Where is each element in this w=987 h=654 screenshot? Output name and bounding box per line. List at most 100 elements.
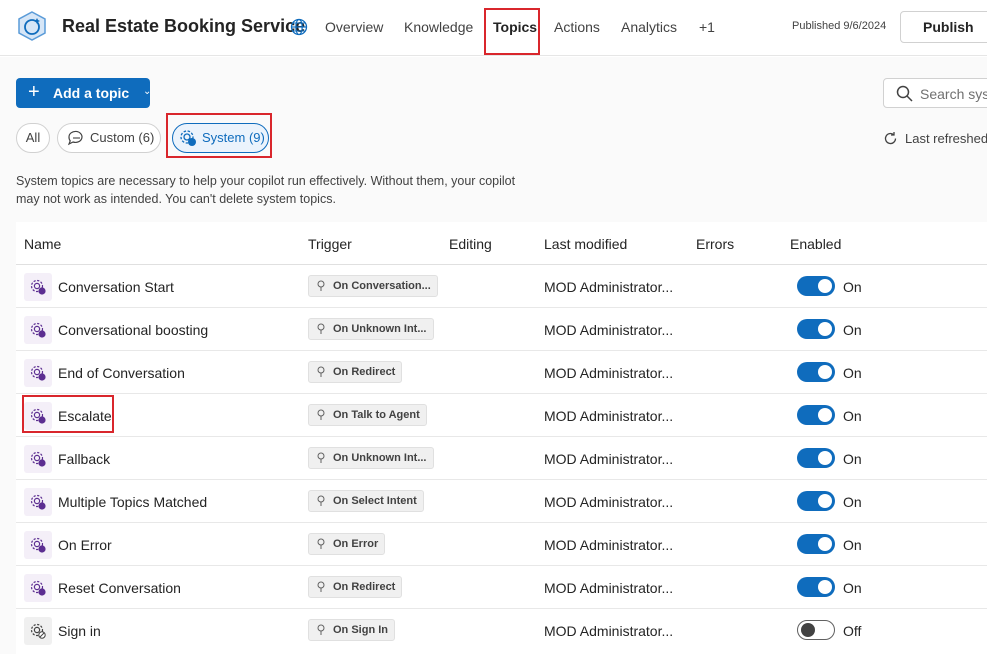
system-topic-icon [24,359,52,387]
add-topic-button[interactable]: + Add a topic ⌄ [16,78,152,108]
col-errors[interactable]: Errors [696,236,734,252]
chevron-down-icon: ⌄ [143,86,152,97]
table-row[interactable]: End of Conversation On Redirect MOD Admi… [16,351,987,394]
enabled-toggle[interactable] [797,491,835,511]
last-modified: MOD Administrator... [544,451,674,467]
enabled-toggle[interactable] [797,620,835,640]
last-modified: MOD Administrator... [544,623,674,639]
enabled-toggle[interactable] [797,319,835,339]
top-bar: Real Estate Booking Service Overview Kno… [0,0,987,56]
topic-name[interactable]: End of Conversation [58,365,185,381]
add-topic-label: Add a topic [53,85,130,101]
trigger-badge: On Select Intent [308,490,424,512]
trigger-badge: On Unknown Int... [308,447,434,469]
table-row[interactable]: Sign in On Sign In MOD Administrator... … [16,609,987,652]
enabled-toggle[interactable] [797,577,835,597]
system-topic-icon [24,316,52,344]
col-enabled[interactable]: Enabled [790,236,841,252]
topic-name[interactable]: Multiple Topics Matched [58,494,207,510]
topic-name[interactable]: Conversational boosting [58,322,208,338]
escalate-highlight-box [22,395,114,433]
trigger-badge: On Error [308,533,386,555]
topic-name[interactable]: Reset Conversation [58,580,181,596]
enabled-label: On [843,537,862,553]
system-filter-highlight-box [166,113,272,158]
lightbulb-icon [317,280,325,291]
enabled-label: On [843,408,862,424]
last-modified: MOD Administrator... [544,365,674,381]
col-name[interactable]: Name [24,236,61,252]
enabled-label: On [843,322,862,338]
lightbulb-icon [317,452,325,463]
system-topic-icon [24,488,52,516]
lightbulb-icon [317,495,325,506]
topic-name[interactable]: Conversation Start [58,279,174,295]
last-modified: MOD Administrator... [544,408,674,424]
chat-icon [67,130,83,146]
tab-overview[interactable]: Overview [325,19,383,35]
system-topic-icon [24,445,52,473]
enabled-toggle[interactable] [797,276,835,296]
trigger-badge: On Sign In [308,619,395,641]
filter-custom[interactable]: Custom (6) [57,123,161,153]
col-last-modified[interactable]: Last modified [544,236,627,252]
enabled-label: On [843,279,862,295]
last-modified: MOD Administrator... [544,537,674,553]
publish-button[interactable]: Publish [900,11,987,43]
trigger-badge: On Unknown Int... [308,318,434,340]
enabled-label: On [843,365,862,381]
table-header: Name Trigger Editing Last modified Error… [16,222,987,265]
topics-table: Name Trigger Editing Last modified Error… [16,222,987,654]
col-trigger[interactable]: Trigger [308,236,352,252]
enabled-toggle[interactable] [797,362,835,382]
plus-icon: + [28,81,40,103]
copilot-hexagon-icon[interactable] [16,10,48,42]
tab-analytics[interactable]: Analytics [621,19,677,35]
system-topic-icon [24,531,52,559]
tab-knowledge[interactable]: Knowledge [404,19,473,35]
topic-name[interactable]: Fallback [58,451,110,467]
trigger-badge: On Redirect [308,576,403,598]
tab-more[interactable]: +1 [699,19,715,35]
topic-name[interactable]: On Error [58,537,112,553]
lightbulb-icon [317,366,325,377]
enabled-toggle[interactable] [797,405,835,425]
search-box[interactable]: Search syst [883,78,987,108]
enabled-label: On [843,580,862,596]
enabled-toggle[interactable] [797,448,835,468]
table-row[interactable]: Escalate On Talk to Agent MOD Administra… [16,394,987,437]
last-modified: MOD Administrator... [544,322,674,338]
globe-icon[interactable] [290,18,308,36]
col-editing[interactable]: Editing [449,236,492,252]
table-row[interactable]: Reset Conversation On Redirect MOD Admin… [16,566,987,609]
last-modified: MOD Administrator... [544,494,674,510]
lightbulb-icon [317,323,325,334]
enabled-label: On [843,494,862,510]
system-topic-icon [24,617,52,645]
table-row[interactable]: Conversational boosting On Unknown Int..… [16,308,987,351]
trigger-badge: On Conversation... [308,275,438,297]
published-date: Published 9/6/2024 [792,20,887,32]
search-icon [896,85,913,102]
topic-name[interactable]: Sign in [58,623,101,639]
topics-highlight-box [484,8,540,55]
lightbulb-icon [317,538,325,549]
table-row[interactable]: Multiple Topics Matched On Select Intent… [16,480,987,523]
last-modified: MOD Administrator... [544,580,674,596]
enabled-label: On [843,451,862,467]
filter-all[interactable]: All [16,123,50,153]
app-title: Real Estate Booking Service [62,16,306,36]
table-row[interactable]: Conversation Start On Conversation... MO… [16,265,987,308]
table-row[interactable]: On Error On Error MOD Administrator... O… [16,523,987,566]
trigger-badge: On Redirect [308,361,403,383]
table-row[interactable]: Fallback On Unknown Int... MOD Administr… [16,437,987,480]
filter-custom-label: Custom (6) [90,130,155,145]
lightbulb-icon [317,409,325,420]
last-modified: MOD Administrator... [544,279,674,295]
lightbulb-icon [317,581,325,592]
search-placeholder: Search syst [920,86,987,102]
enabled-toggle[interactable] [797,534,835,554]
trigger-badge: On Talk to Agent [308,404,427,426]
enabled-label: Off [843,623,862,639]
tab-actions[interactable]: Actions [554,19,600,35]
